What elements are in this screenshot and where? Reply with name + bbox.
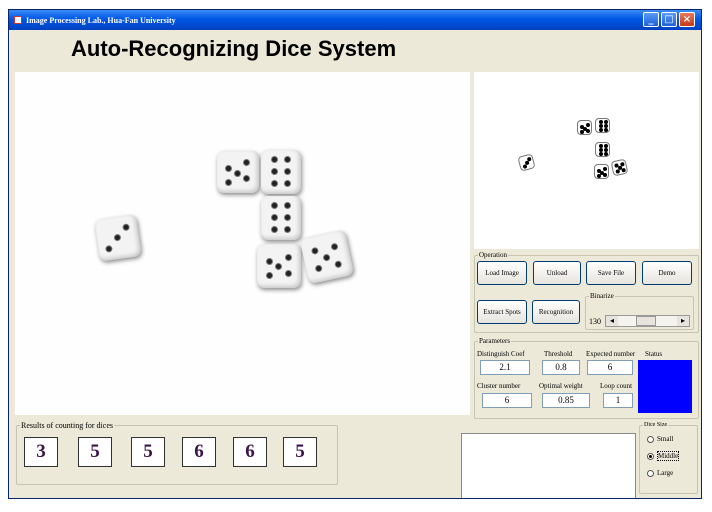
cluster-number-label: Cluster number xyxy=(477,382,521,390)
optimal-weight-field[interactable]: 0.85 xyxy=(542,393,590,408)
save-file-button[interactable]: Save File xyxy=(586,261,636,285)
radio-label: Small xyxy=(657,435,674,443)
slider-left-arrow-icon[interactable]: ◂ xyxy=(606,316,618,326)
status-label: Status xyxy=(645,350,663,358)
die-three xyxy=(94,214,142,262)
die-six xyxy=(261,196,301,240)
distinguish-coef-field[interactable]: 2.1 xyxy=(480,360,530,375)
minimize-button[interactable]: _ xyxy=(643,12,659,27)
app-icon xyxy=(14,16,22,24)
result-value: 5 xyxy=(283,437,317,467)
load-image-button[interactable]: Load Image xyxy=(477,261,527,285)
result-value: 6 xyxy=(233,437,267,467)
dice-image-view xyxy=(15,72,470,415)
slider-thumb[interactable] xyxy=(636,316,656,326)
binarize-legend: Binarize xyxy=(590,292,614,300)
result-value: 6 xyxy=(182,437,216,467)
result-value: 5 xyxy=(78,437,112,467)
die-five xyxy=(217,151,259,193)
binarize-slider[interactable]: ◂ ▸ xyxy=(605,315,690,327)
binarized-preview xyxy=(474,72,699,249)
optimal-weight-label: Optimal weight xyxy=(539,382,583,390)
dice-size-middle-radio[interactable]: Middle xyxy=(647,451,680,461)
dice-size-legend: Dice Size xyxy=(644,422,668,428)
close-button[interactable]: × xyxy=(679,12,695,27)
parameters-legend: Parameters xyxy=(479,337,511,345)
radio-selected-icon xyxy=(647,452,654,460)
binarize-value: 130 xyxy=(589,317,601,326)
radio-label: Middle xyxy=(657,451,680,461)
maximize-button[interactable]: □ xyxy=(661,12,677,27)
demo-button[interactable]: Demo xyxy=(642,261,692,285)
status-indicator xyxy=(638,360,692,413)
threshold-label: Threshold xyxy=(544,350,573,358)
preview-die xyxy=(595,142,610,157)
expected-number-field[interactable]: 6 xyxy=(587,360,633,375)
preview-die xyxy=(517,153,536,172)
app-window: Image Processing Lab., Hua-Fan Universit… xyxy=(8,9,702,499)
die-five xyxy=(257,244,301,288)
unload-button[interactable]: Unload xyxy=(533,261,581,285)
result-value: 3 xyxy=(24,437,58,467)
result-value: 5 xyxy=(131,437,165,467)
results-legend: Results of counting for dices xyxy=(21,421,113,430)
recognition-button[interactable]: Recognition xyxy=(532,300,580,324)
cluster-number-field[interactable]: 6 xyxy=(482,393,532,408)
dice-size-large-radio[interactable]: Large xyxy=(647,469,673,477)
loop-count-field[interactable]: 1 xyxy=(603,393,633,408)
window-title: Image Processing Lab., Hua-Fan Universit… xyxy=(26,15,176,25)
dice-size-small-radio[interactable]: Small xyxy=(647,435,673,443)
title-bar[interactable]: Image Processing Lab., Hua-Fan Universit… xyxy=(9,10,701,30)
app-title: Auto-Recognizing Dice System xyxy=(71,36,397,61)
radio-circle-icon xyxy=(647,469,654,477)
preview-die xyxy=(577,120,592,135)
radio-label: Large xyxy=(657,469,674,477)
loop-count-label: Loop count xyxy=(600,382,633,390)
die-five xyxy=(299,229,355,285)
log-textbox[interactable] xyxy=(461,433,636,498)
operation-legend: Operation xyxy=(479,251,507,259)
preview-die xyxy=(594,164,609,179)
preview-die xyxy=(610,158,629,177)
distinguish-coef-label: Distinguish Coef xyxy=(477,350,525,358)
slider-right-arrow-icon[interactable]: ▸ xyxy=(677,316,689,326)
extract-spots-button[interactable]: Extract Spots xyxy=(477,300,527,324)
die-six xyxy=(261,150,301,194)
radio-circle-icon xyxy=(647,435,654,443)
preview-die xyxy=(595,118,610,133)
expected-number-label: Expected number xyxy=(586,350,636,358)
threshold-field[interactable]: 0.8 xyxy=(542,360,580,375)
